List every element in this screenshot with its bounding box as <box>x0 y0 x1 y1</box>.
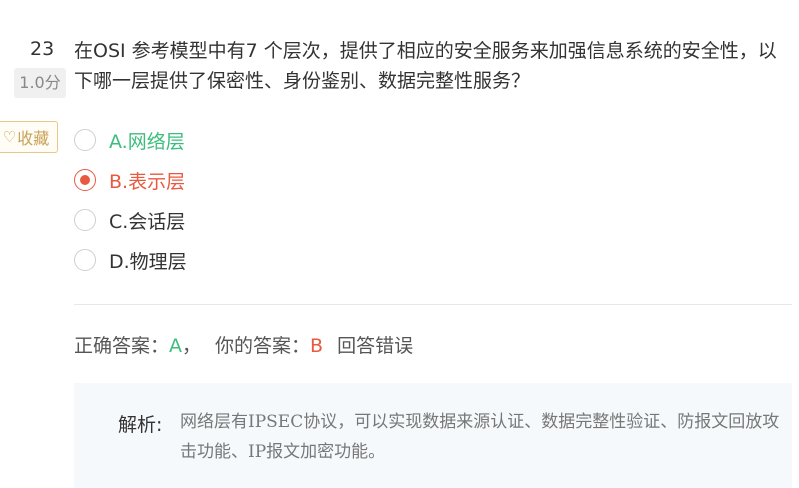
radio-button-selected[interactable] <box>74 169 96 191</box>
analysis-panel: 解析: 网络层有IPSEC协议，可以实现数据来源认证、数据完整性验证、防报文回放… <box>74 383 792 488</box>
analysis-text: 网络层有IPSEC协议，可以实现数据来源认证、数据完整性验证、防报文回放攻击功能… <box>180 412 780 462</box>
options-list: A.网络层 B.表示层 C.会话层 D.物理层 <box>74 120 187 280</box>
option-d[interactable]: D.物理层 <box>74 240 187 280</box>
your-answer-label: 你的答案： <box>215 335 311 357</box>
your-answer-value: B <box>310 335 324 357</box>
option-label: A.网络层 <box>109 130 185 153</box>
option-label: B.表示层 <box>109 170 186 193</box>
heart-outline-icon: ♡ <box>2 128 17 146</box>
divider <box>74 304 792 305</box>
analysis-title: 解析: <box>118 414 163 436</box>
question-stem: 在OSI 参考模型中有7 个层次，提供了相应的安全服务来加强信息系统的安全性，以… <box>74 40 777 92</box>
question-score-badge: 1.0分 <box>14 68 66 98</box>
radio-button[interactable] <box>74 249 96 271</box>
answer-separator: ， <box>182 335 202 357</box>
favorite-button[interactable]: ♡ 收藏 <box>0 121 58 153</box>
option-b[interactable]: B.表示层 <box>74 160 187 200</box>
correct-answer-value: A <box>169 335 183 357</box>
option-label: C.会话层 <box>109 210 186 233</box>
correct-answer-label: 正确答案： <box>74 335 170 357</box>
favorite-label: 收藏 <box>17 129 50 148</box>
option-label: D.物理层 <box>109 250 187 273</box>
question-card: 23 1.0分 ♡ 收藏 在OSI 参考模型中有7 个层次，提供了相应的安全服务… <box>0 0 799 488</box>
option-c[interactable]: C.会话层 <box>74 200 187 240</box>
question-number: 23 <box>30 38 55 60</box>
answer-verdict: 回答错误 <box>337 335 414 357</box>
radio-button[interactable] <box>74 129 96 151</box>
option-a[interactable]: A.网络层 <box>74 120 187 160</box>
answer-result: 正确答案：A， 你的答案：B 回答错误 <box>74 331 413 358</box>
radio-button[interactable] <box>74 209 96 231</box>
